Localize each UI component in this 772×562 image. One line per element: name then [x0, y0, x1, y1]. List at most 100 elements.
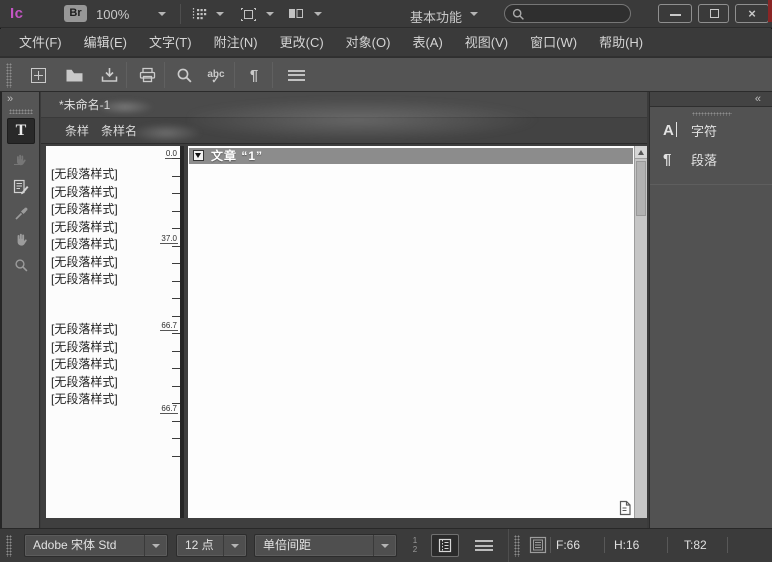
spellcheck-button[interactable]: abc✓	[200, 62, 232, 88]
save-button[interactable]	[93, 62, 125, 88]
new-document-button[interactable]	[22, 62, 54, 88]
pilcrow-icon: ¶	[250, 67, 258, 84]
titlebar-divider	[180, 4, 181, 24]
menu-item[interactable]: 文字(T)	[142, 29, 199, 57]
screen-mode-chevron-icon[interactable]	[266, 12, 274, 16]
close-button[interactable]: ×	[735, 4, 769, 23]
scrollbar-thumb[interactable]	[636, 161, 646, 216]
search-input[interactable]	[529, 6, 625, 21]
arrange-documents-chevron-icon[interactable]	[314, 12, 322, 16]
statusbar-grip2[interactable]	[514, 535, 520, 557]
leading-select[interactable]: 单倍间距	[254, 534, 397, 557]
note-tool[interactable]	[7, 174, 35, 200]
font-family-select[interactable]: Adobe 宋体 Std	[24, 534, 168, 557]
panel-item-character[interactable]: A 字符	[650, 116, 772, 145]
document-tab-bar: *未命名-1	[41, 92, 647, 118]
print-button[interactable]	[131, 62, 163, 88]
story-header[interactable]: 文章 “1”	[189, 148, 633, 164]
document-tab[interactable]: *未命名-1	[59, 92, 110, 118]
style-row: [无段落样式]	[51, 339, 158, 357]
hand-icon	[14, 232, 29, 247]
hidden-characters-button[interactable]: ¶	[238, 62, 270, 88]
position-tool[interactable]	[7, 146, 35, 172]
menu-item[interactable]: 窗口(W)	[523, 29, 584, 57]
view-options-button[interactable]	[191, 7, 209, 26]
note-tool-icon	[13, 179, 29, 195]
font-size-select[interactable]: 12 点	[176, 534, 247, 557]
menu-item[interactable]: 更改(C)	[273, 29, 331, 57]
tools-grip[interactable]	[9, 109, 33, 114]
type-tool[interactable]: T	[7, 118, 35, 144]
menu-item[interactable]: 文件(F)	[12, 29, 69, 57]
vertical-scrollbar[interactable]	[634, 146, 647, 518]
menu-item[interactable]: 附注(N)	[207, 29, 265, 57]
screen-mode-button[interactable]	[240, 7, 257, 27]
folder-icon	[65, 68, 84, 83]
copyfit-info-icon	[529, 536, 547, 559]
style-rows-group2: [无段落样式][无段落样式][无段落样式][无段落样式][无段落样式]	[51, 321, 158, 409]
menu-item[interactable]: 编辑(E)	[77, 29, 134, 57]
style-row: [无段落样式]	[51, 201, 158, 219]
eyedropper-tool[interactable]	[7, 200, 35, 226]
view-tab-bar: 条样 条样名	[41, 118, 647, 144]
vertical-ruler: 0.0 37.0 66.7 66.7	[158, 146, 184, 518]
statusbar-grip[interactable]	[6, 535, 12, 557]
galley-page-icon[interactable]	[617, 500, 633, 516]
incopy-logo: Ic	[10, 5, 24, 22]
style-row: [无段落样式]	[51, 254, 158, 272]
menu-item[interactable]: 表(A)	[405, 29, 449, 57]
arrange-documents-button[interactable]	[288, 7, 304, 25]
maximize-icon	[710, 9, 719, 18]
new-document-icon	[31, 68, 46, 83]
magnifier-icon	[176, 67, 193, 84]
info-column-toggle[interactable]	[431, 534, 459, 557]
style-row: [无段落样式]	[51, 184, 158, 202]
maximize-button[interactable]	[698, 4, 729, 23]
toolbar-grip[interactable]	[6, 63, 12, 88]
zoom-tool[interactable]	[7, 252, 35, 278]
half-leading-icon[interactable]: 1 2	[409, 536, 421, 554]
minimize-button[interactable]	[658, 4, 692, 23]
font-family-chevron-icon[interactable]	[144, 535, 167, 556]
zoom-tool-icon	[14, 258, 29, 273]
search-button[interactable]	[168, 62, 200, 88]
zoom-level-chevron-icon[interactable]	[158, 12, 166, 16]
chevron-up-icon	[638, 150, 644, 155]
panel-item-paragraph[interactable]: ¶ 段落	[650, 145, 772, 174]
view-options-chevron-icon[interactable]	[216, 12, 224, 16]
style-row: [无段落样式]	[51, 321, 158, 339]
toolbar-divider	[234, 62, 235, 88]
eyedropper-icon	[14, 206, 29, 221]
spellcheck-icon: abc✓	[207, 70, 224, 80]
statusbar-menu-button[interactable]	[475, 540, 493, 551]
collapse-story-icon[interactable]	[193, 150, 204, 161]
galley-text-area[interactable]: 文章 “1”	[188, 146, 634, 518]
right-dock: « A 字符 ¶ 段落	[649, 92, 772, 528]
titlebar: Ic Br 100% 基本功能	[0, 0, 772, 28]
position-tool-icon	[13, 152, 29, 167]
hand-tool[interactable]	[7, 226, 35, 252]
character-icon: A	[663, 122, 691, 139]
menu-item[interactable]: 帮助(H)	[592, 29, 650, 57]
view-tab-galley[interactable]: 条样	[65, 118, 89, 144]
leading-chevron-icon[interactable]	[373, 535, 396, 556]
dock-header: «	[650, 92, 772, 107]
red-edge-strip	[768, 0, 772, 22]
workspace-switcher[interactable]: 基本功能	[410, 7, 462, 26]
menu-item[interactable]: 对象(O)	[339, 29, 398, 57]
view-tab-second[interactable]: 条样名	[101, 118, 137, 144]
font-size-chevron-icon[interactable]	[223, 535, 246, 556]
workspace-chevron-icon[interactable]	[470, 12, 478, 16]
bridge-button[interactable]: Br	[64, 5, 87, 22]
search-box[interactable]	[504, 4, 631, 23]
info-column-icon	[438, 538, 452, 553]
zoom-level-value[interactable]: 100%	[96, 7, 129, 22]
collapse-dock-icon[interactable]: «	[755, 93, 760, 105]
toolbar-menu-button[interactable]	[280, 62, 312, 88]
open-button[interactable]	[58, 62, 90, 88]
style-row: [无段落样式]	[51, 166, 158, 184]
expand-panel-icon[interactable]: »	[7, 93, 12, 105]
toolbar-divider	[164, 62, 165, 88]
menu-item[interactable]: 视图(V)	[458, 29, 515, 57]
scroll-up-button[interactable]	[635, 146, 647, 159]
